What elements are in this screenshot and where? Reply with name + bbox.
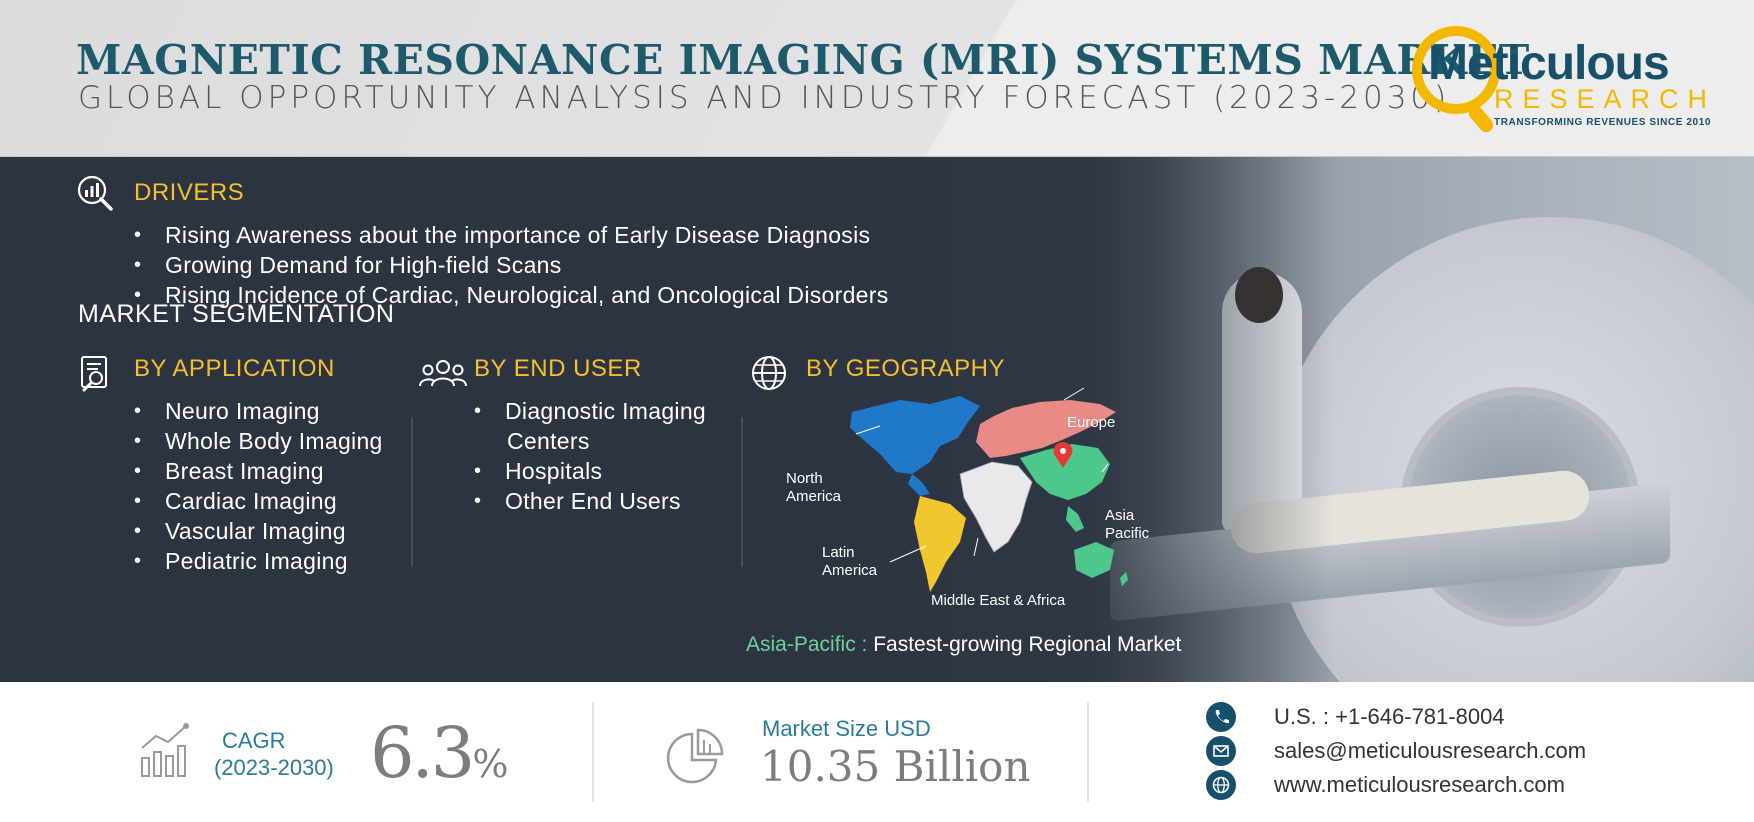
list-item: Other End Users	[474, 486, 706, 516]
phone-icon	[1206, 702, 1236, 732]
website-globe-icon	[1206, 770, 1236, 800]
content-band: DRIVERS Rising Awareness about the impor…	[0, 157, 1754, 682]
drivers-list: Rising Awareness about the importance of…	[134, 220, 889, 310]
australia-region	[1074, 542, 1114, 578]
growth-chart-icon	[141, 723, 189, 777]
cagr-value: 6.3%	[370, 712, 508, 794]
map-label-north-america-line2: America	[786, 488, 842, 505]
page-title: MAGNETIC RESONANCE IMAGING (MRI) SYSTEMS…	[76, 36, 1530, 84]
page-subtitle: GLOBAL OPPORTUNITY ANALYSIS AND INDUSTRY…	[78, 80, 1451, 116]
footer-divider	[1087, 702, 1089, 802]
north-america-region	[850, 396, 980, 474]
new-zealand-region	[1120, 572, 1128, 586]
header-banner: MAGNETIC RESONANCE IMAGING (MRI) SYSTEMS…	[0, 0, 1754, 157]
segmentation-heading: MARKET SEGMENTATION	[78, 300, 395, 328]
clipboard-magnifier-icon	[81, 356, 107, 392]
chart-magnifier-icon	[77, 175, 113, 211]
email-link[interactable]: sales@meticulousresearch.com	[1274, 738, 1586, 764]
meticulous-research-logo: Meticulous RESEARCH TRANSFORMING REVENUE…	[1412, 22, 1712, 135]
end-user-list: Diagnostic Imaging Centers Hospitals Othe…	[474, 396, 706, 516]
by-geography-heading: BY GEOGRAPHY	[806, 355, 1005, 382]
list-item: Hospitals	[474, 456, 706, 486]
column-divider	[741, 417, 743, 567]
list-item: Whole Body Imaging	[134, 426, 383, 456]
logo-name: Meticulous	[1428, 37, 1670, 90]
leader-line-latin-america	[889, 545, 927, 563]
list-item: Breast Imaging	[134, 456, 383, 486]
map-label-asia-pacific-line2: Pacific	[1105, 525, 1150, 542]
central-america-region	[908, 474, 930, 496]
list-item-continuation: Centers	[507, 428, 590, 454]
mea-region	[959, 461, 1033, 553]
leader-line-europe	[1063, 387, 1085, 401]
map-label-north-america-line1: North	[786, 470, 823, 487]
map-label-latin-america-line2: America	[822, 562, 878, 579]
logo-magnifier-handle-icon	[1465, 103, 1497, 135]
drivers-heading: DRIVERS	[134, 179, 245, 206]
map-label-asia-pacific-line1: Asia	[1105, 507, 1135, 524]
pie-chart-icon	[666, 728, 724, 784]
website-link[interactable]: www.meticulousresearch.com	[1274, 772, 1565, 798]
location-pin-dot	[1060, 448, 1066, 454]
users-icon	[419, 360, 467, 387]
cagr-period: (2023-2030)	[214, 755, 334, 780]
application-list: Neuro Imaging Whole Body Imaging Breast …	[134, 396, 383, 576]
southeast-asia-region	[1066, 506, 1084, 532]
fastest-growing-region-note: Asia-Pacific : Fastest-growing Regional …	[746, 633, 1181, 657]
list-item: Diagnostic Imaging Centers	[474, 396, 706, 456]
cagr-number: 6.3	[370, 712, 475, 794]
list-item: Rising Awareness about the importance of…	[134, 220, 889, 250]
cagr-unit: %	[472, 742, 509, 786]
market-size-value: 10.35 Billion	[760, 742, 1031, 791]
list-item: Pediatric Imaging	[134, 546, 383, 576]
map-label-europe: Europe	[1067, 414, 1116, 431]
list-item-text: Diagnostic Imaging	[505, 398, 707, 424]
by-end-user-heading: BY END USER	[474, 355, 642, 382]
footer-metrics: CAGR (2023-2030) 6.3% Market Size USD 10…	[0, 682, 1754, 822]
map-label-mea: Middle East & Africa	[931, 592, 1066, 609]
fastest-growing-region-key: Asia-Pacific :	[746, 633, 868, 656]
list-item: Vascular Imaging	[134, 516, 383, 546]
by-application-heading: BY APPLICATION	[134, 355, 335, 382]
list-item: Cardiac Imaging	[134, 486, 383, 516]
phone-number[interactable]: U.S. : +1-646-781-8004	[1274, 704, 1505, 730]
list-item: Neuro Imaging	[134, 396, 383, 426]
fastest-growing-region-value: Fastest-growing Regional Market	[873, 633, 1182, 656]
footer-divider	[592, 702, 594, 802]
email-icon	[1206, 736, 1236, 766]
list-item: Growing Demand for High-field Scans	[134, 250, 889, 280]
column-divider	[411, 417, 413, 567]
logo-tagline: TRANSFORMING REVENUES SINCE 2010	[1494, 117, 1712, 128]
market-size-label: Market Size USD	[762, 716, 931, 741]
map-label-latin-america-line1: Latin	[822, 544, 855, 561]
logo-research: RESEARCH	[1494, 84, 1717, 114]
latin-america-region	[914, 496, 966, 592]
leader-line-mea	[973, 537, 979, 557]
cagr-label: CAGR	[222, 728, 286, 753]
